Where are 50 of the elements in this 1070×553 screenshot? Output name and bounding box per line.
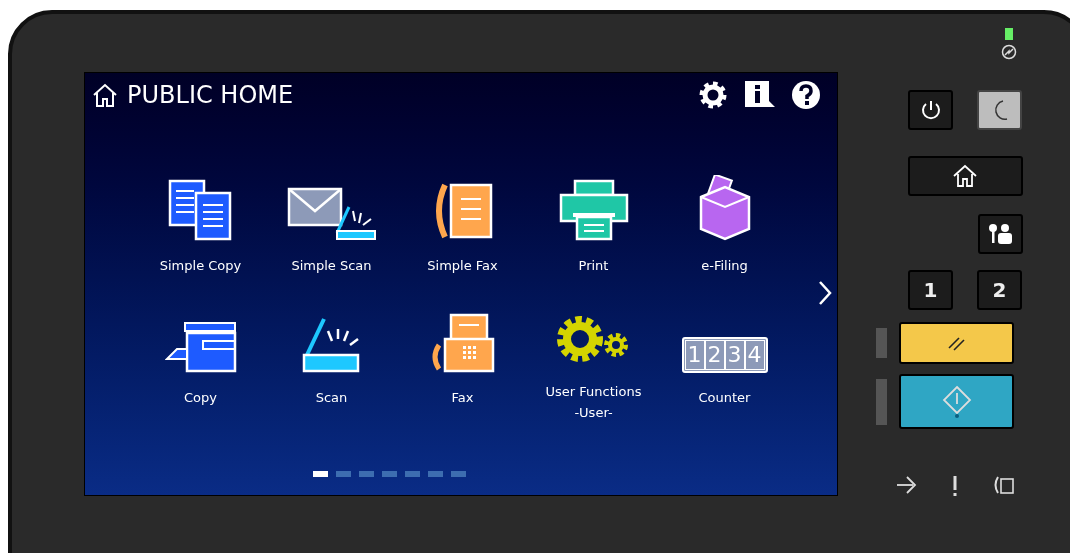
app-tile[interactable]: Simple Scan — [266, 171, 397, 291]
app-tile[interactable]: 1 2 3 4 Counter — [659, 303, 790, 423]
app-tile[interactable]: Simple Fax — [397, 171, 528, 291]
power-led — [1005, 28, 1013, 40]
app-label: User Functions -User- — [545, 383, 642, 422]
start-diamond-icon — [941, 384, 972, 419]
home-button[interactable] — [907, 156, 1023, 196]
indicator-light — [876, 328, 887, 358]
app-label: Copy — [184, 389, 217, 407]
app-tile[interactable]: User Functions -User- — [528, 303, 659, 423]
app-label: Print — [578, 257, 609, 275]
app-label: Counter — [698, 389, 751, 407]
sleep-button[interactable] — [977, 90, 1022, 130]
memory-key[interactable]: 2 — [977, 270, 1022, 310]
app-tile[interactable]: Scan — [266, 303, 397, 423]
home-icon[interactable] — [91, 82, 119, 108]
page-indicator[interactable] — [312, 471, 328, 477]
printer-icon — [558, 179, 629, 241]
screen-title: PUBLIC HOME — [127, 80, 294, 111]
envelope-scanner-icon — [286, 185, 377, 241]
scanner-icon — [301, 315, 362, 373]
app-tile[interactable]: Print — [528, 171, 659, 291]
app-label: Scan — [315, 389, 348, 407]
memory-key[interactable]: 1 — [908, 270, 953, 310]
user-login-button[interactable] — [977, 214, 1023, 254]
key-and-person-icon — [987, 223, 1013, 245]
alert-icon — [951, 475, 959, 497]
app-tile[interactable]: e-Filing — [659, 171, 790, 291]
copier-icon — [164, 321, 237, 373]
indicator-light — [876, 378, 887, 425]
app-label: Simple Scan — [291, 257, 372, 275]
reset-button[interactable] — [899, 322, 1014, 364]
home-icon — [951, 164, 979, 188]
app-label: Simple Copy — [159, 257, 242, 275]
next-page-icon[interactable] — [817, 280, 833, 306]
app-label: Simple Fax — [427, 257, 498, 275]
start-button[interactable] — [899, 374, 1014, 429]
app-tile[interactable]: Simple Copy — [135, 171, 266, 291]
power-button[interactable] — [908, 90, 953, 130]
power-status-icon — [1001, 44, 1017, 60]
help-icon[interactable] — [791, 80, 821, 110]
app-tile[interactable]: Copy — [135, 303, 266, 423]
app-tile[interactable]: Fax — [397, 303, 528, 423]
power-icon — [919, 99, 942, 121]
fax-handset-icon — [993, 475, 1015, 495]
double-slash-icon — [946, 334, 967, 352]
settings-icon[interactable] — [697, 79, 729, 111]
app-label: Fax — [451, 389, 474, 407]
app-label: e-Filing — [701, 257, 748, 275]
fax-machine-icon — [430, 313, 495, 373]
